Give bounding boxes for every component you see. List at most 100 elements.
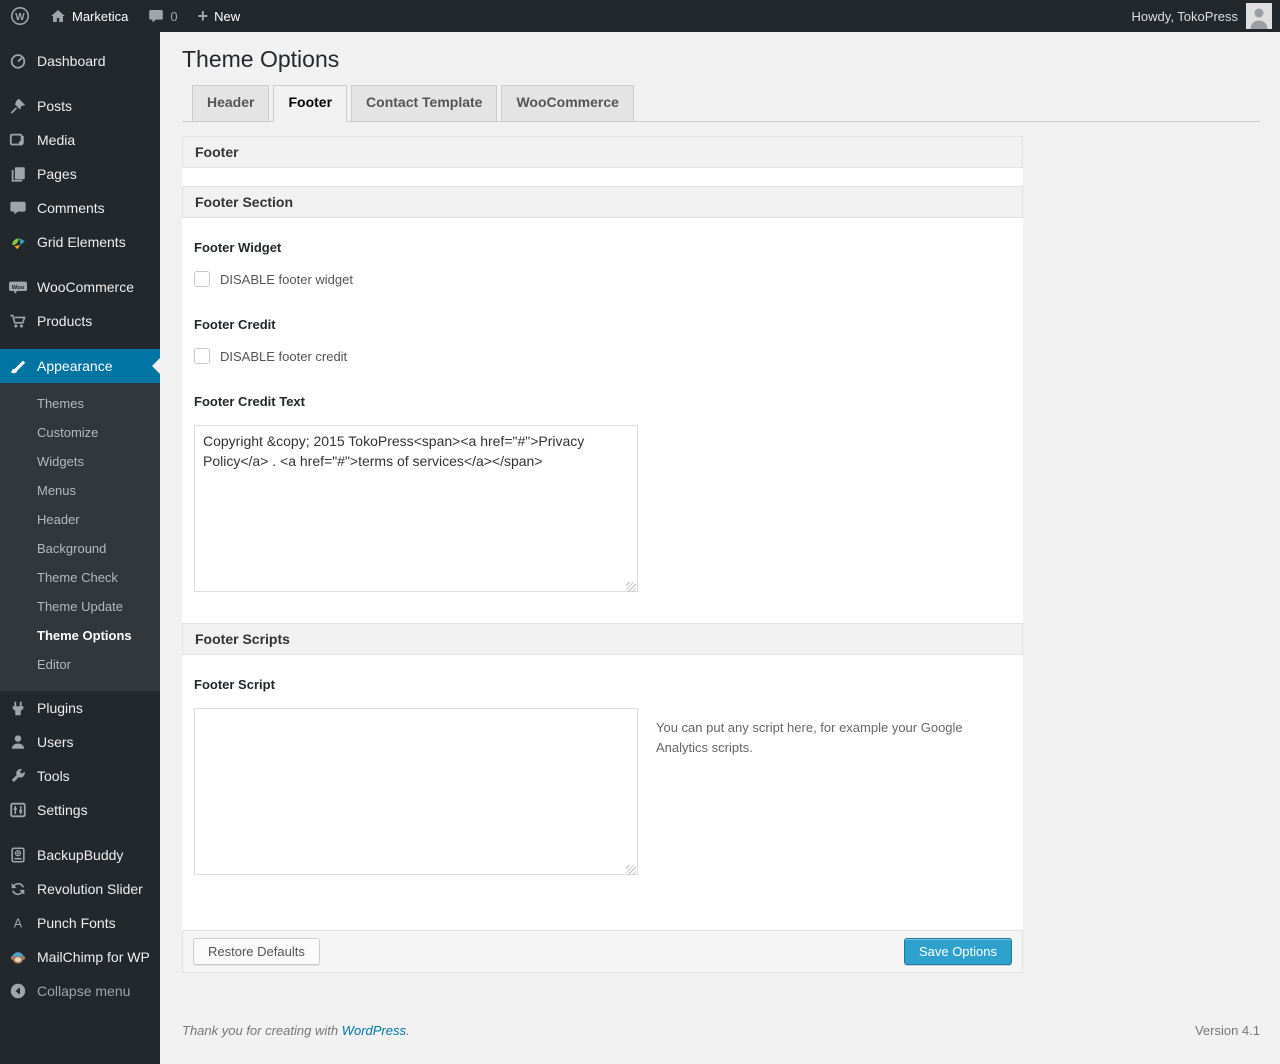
- sidebar-item-punch-fonts[interactable]: A Punch Fonts: [0, 906, 160, 940]
- plus-icon: +: [197, 5, 209, 26]
- submenu-item-themes[interactable]: Themes: [0, 389, 160, 418]
- section-header-footer-section: Footer Section: [182, 186, 1023, 218]
- version-text: Version 4.1: [1194, 1023, 1260, 1038]
- wordpress-logo-icon: W: [10, 6, 30, 26]
- wrench-icon: [8, 766, 28, 786]
- sidebar-item-dashboard[interactable]: Dashboard: [0, 44, 160, 78]
- disable-footer-credit-checkbox[interactable]: [194, 348, 210, 364]
- sidebar-item-label: WooCommerce: [37, 279, 134, 295]
- appearance-brush-icon: [8, 356, 28, 376]
- footer-credit-text-label: Footer Credit Text: [194, 394, 305, 409]
- restore-defaults-button[interactable]: Restore Defaults: [193, 938, 320, 965]
- footer-script-description: You can put any script here, for example…: [656, 720, 963, 756]
- comments-shortcut[interactable]: 0: [138, 0, 187, 32]
- tab-bar: Header Footer Contact Template WooCommer…: [182, 85, 1260, 122]
- collapse-arrow-icon: [8, 981, 28, 1001]
- footer-thanks-period: .: [406, 1023, 410, 1038]
- sidebar-item-pages[interactable]: Pages: [0, 157, 160, 191]
- disable-footer-credit-label: DISABLE footer credit: [220, 348, 348, 364]
- submenu-item-theme-check[interactable]: Theme Check: [0, 563, 160, 592]
- footer-credit-check-row: DISABLE footer credit: [194, 348, 1011, 364]
- sidebar-item-label: MailChimp for WP: [37, 949, 150, 965]
- pages-icon: [8, 164, 28, 184]
- sidebar-item-label: Products: [37, 313, 93, 329]
- disable-footer-widget-checkbox[interactable]: [194, 271, 210, 287]
- letter-a-icon: A: [8, 913, 28, 933]
- sidebar-item-plugins[interactable]: Plugins: [0, 691, 160, 725]
- svg-text:Woo: Woo: [12, 285, 25, 291]
- sidebar-item-label: Dashboard: [37, 53, 106, 69]
- disable-footer-widget-label: DISABLE footer widget: [220, 271, 353, 287]
- sidebar-item-grid-elements[interactable]: Grid Elements: [0, 225, 160, 259]
- sidebar-item-label: Grid Elements: [37, 234, 126, 250]
- footer-script-label: Footer Script: [194, 677, 275, 692]
- tab-contact-template[interactable]: Contact Template: [351, 85, 498, 122]
- submenu-item-theme-update[interactable]: Theme Update: [0, 592, 160, 621]
- submenu-item-editor[interactable]: Editor: [0, 650, 160, 679]
- user-icon: [8, 732, 28, 752]
- sidebar-item-settings[interactable]: Settings: [0, 793, 160, 827]
- save-options-button[interactable]: Save Options: [903, 938, 1012, 965]
- wordpress-menu[interactable]: W: [0, 0, 40, 32]
- svg-text:W: W: [15, 12, 25, 23]
- avatar[interactable]: [1246, 3, 1272, 29]
- action-bar: Restore Defaults Save Options: [182, 930, 1023, 973]
- howdy-account-link[interactable]: Howdy, TokoPress: [1132, 9, 1246, 24]
- sidebar-item-mailchimp[interactable]: MailChimp for WP: [0, 940, 160, 974]
- sidebar-item-label: Plugins: [37, 700, 83, 716]
- footer-credit-text-textarea[interactable]: Copyright &copy; 2015 TokoPress<span><a …: [194, 425, 638, 592]
- footer-script-textarea[interactable]: [194, 708, 638, 875]
- sidebar-item-media[interactable]: Media: [0, 123, 160, 157]
- section-spacer: [182, 168, 1023, 186]
- sidebar-item-posts[interactable]: Posts: [0, 89, 160, 123]
- footer-widget-check-row: DISABLE footer widget: [194, 271, 1011, 287]
- comment-bubble-icon: [148, 8, 164, 24]
- sidebar-item-backupbuddy[interactable]: BackupBuddy: [0, 838, 160, 872]
- sidebar-item-products[interactable]: Products: [0, 304, 160, 338]
- comments-icon: [8, 198, 28, 218]
- new-content-button[interactable]: + New: [188, 0, 251, 32]
- sidebar-item-users[interactable]: Users: [0, 725, 160, 759]
- main-content: Theme Options Header Footer Contact Temp…: [160, 32, 1280, 1064]
- sidebar-item-revolution-slider[interactable]: Revolution Slider: [0, 872, 160, 906]
- sidebar-item-comments[interactable]: Comments: [0, 191, 160, 225]
- tab-footer[interactable]: Footer: [273, 85, 348, 122]
- sidebar-item-label: Media: [37, 132, 76, 148]
- wordpress-link[interactable]: WordPress: [342, 1023, 406, 1038]
- tab-woocommerce[interactable]: WooCommerce: [501, 85, 634, 122]
- admin-sidebar: Dashboard Posts Media Pages Comments Gri…: [0, 32, 160, 1064]
- site-link[interactable]: Marketica: [40, 0, 138, 32]
- sidebar-item-label: Settings: [37, 802, 88, 818]
- footer-section-body: Footer Widget DISABLE footer widget Foot…: [182, 218, 1023, 623]
- admin-footer: Thank you for creating with WordPress. V…: [182, 1023, 1260, 1038]
- submenu-item-customize[interactable]: Customize: [0, 418, 160, 447]
- pushpin-icon: [8, 96, 28, 116]
- new-label: New: [214, 8, 241, 24]
- options-panel: Footer Footer Section Footer Widget DISA…: [182, 136, 1023, 973]
- footer-widget-label: Footer Widget: [194, 240, 282, 255]
- submenu-item-theme-options[interactable]: Theme Options: [0, 621, 160, 650]
- sidebar-item-label: Pages: [37, 166, 77, 182]
- submenu-item-header[interactable]: Header: [0, 505, 160, 534]
- site-name: Marketica: [72, 8, 129, 24]
- comment-count: 0: [170, 8, 178, 24]
- footer-thanks-text: Thank you for creating with: [182, 1023, 342, 1038]
- sidebar-item-tools[interactable]: Tools: [0, 759, 160, 793]
- refresh-arrows-icon: [8, 879, 28, 899]
- cart-icon: [8, 311, 28, 331]
- sidebar-item-label: Revolution Slider: [37, 881, 143, 897]
- submenu-item-menus[interactable]: Menus: [0, 476, 160, 505]
- sidebar-item-woocommerce[interactable]: Woo WooCommerce: [0, 270, 160, 304]
- backupbuddy-drive-icon: [8, 845, 28, 865]
- submenu-item-widgets[interactable]: Widgets: [0, 447, 160, 476]
- sidebar-item-collapse-menu[interactable]: Collapse menu: [0, 974, 160, 1008]
- submenu-item-background[interactable]: Background: [0, 534, 160, 563]
- sidebar-item-label: Users: [37, 734, 74, 750]
- grid-elements-icon: [8, 232, 28, 252]
- home-icon: [50, 8, 66, 24]
- tab-header[interactable]: Header: [192, 85, 270, 122]
- sidebar-item-appearance[interactable]: Appearance: [0, 349, 160, 383]
- appearance-submenu: Themes Customize Widgets Menus Header Ba…: [0, 383, 160, 691]
- footer-credit-label: Footer Credit: [194, 317, 276, 332]
- section-header-footer: Footer: [182, 136, 1023, 168]
